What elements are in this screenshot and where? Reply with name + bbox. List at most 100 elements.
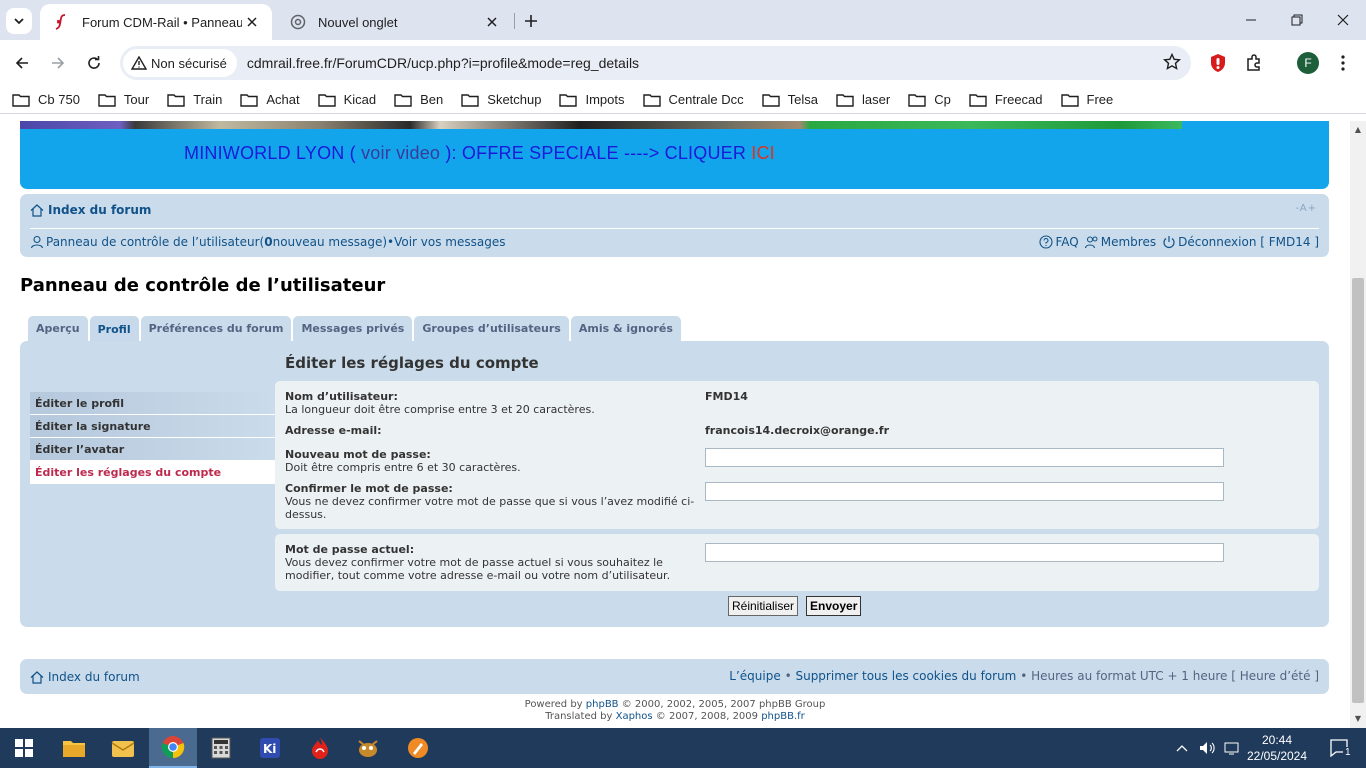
forum-index-link[interactable]: Index du forum [30, 203, 151, 217]
navbar-divider [30, 228, 1319, 229]
taskbar-kicad[interactable]: Ki [246, 728, 294, 768]
window-close-button[interactable] [1320, 0, 1366, 40]
email-value: francois14.decroix@orange.fr [705, 424, 890, 437]
font-size-toggle[interactable]: -A+ [1295, 203, 1317, 214]
bookmark-item[interactable]: Sketchup [461, 92, 541, 107]
taskbar-draw-app[interactable] [394, 728, 442, 768]
clock-date: 22/05/2024 [1246, 749, 1308, 763]
home-icon [30, 203, 44, 217]
more-menu-icon[interactable] [1332, 52, 1354, 74]
close-icon[interactable] [242, 12, 262, 32]
notification-center-button[interactable]: 1 [1320, 728, 1360, 768]
close-icon [1337, 14, 1349, 26]
tab-new[interactable]: Nouvel onglet [276, 4, 512, 40]
click-here-link[interactable]: ICI [751, 143, 775, 163]
ucp-link[interactable]: Panneau de contrôle de l’utilisateur [46, 235, 260, 249]
delete-cookies-link[interactable]: Supprimer tous les cookies du forum [795, 669, 1016, 683]
tab-search-button[interactable] [6, 8, 32, 34]
tab-overview[interactable]: Aperçu [28, 316, 88, 341]
reset-button[interactable]: Réinitialiser [728, 596, 799, 616]
team-link[interactable]: L’équipe [729, 669, 780, 683]
extensions-puzzle-icon[interactable] [1243, 52, 1265, 74]
taskbar-chrome[interactable] [149, 728, 197, 768]
minimize-icon [1246, 19, 1256, 21]
forum-favicon-icon [54, 14, 70, 30]
tab-preferences[interactable]: Préférences du forum [140, 316, 292, 341]
tray-expand-icon[interactable] [1172, 728, 1192, 768]
close-icon[interactable] [482, 12, 502, 32]
xaphos-link[interactable]: Xaphos [616, 711, 653, 722]
bookmark-item[interactable]: Cp [908, 92, 951, 107]
taskbar-mail-app[interactable] [99, 728, 147, 768]
phpbb-fr-link[interactable]: phpBB.fr [761, 711, 805, 722]
volume-icon[interactable] [1197, 728, 1219, 768]
taskbar-flame-app[interactable] [296, 728, 344, 768]
system-clock[interactable]: 20:44 22/05/2024 [1246, 732, 1308, 764]
scroll-up-arrow-icon[interactable]: ▲ [1350, 123, 1366, 137]
security-chip[interactable]: Non sécurisé [123, 49, 237, 77]
confirm-password-row: Confirmer le mot de passe: Vous ne devez… [285, 482, 695, 521]
tab-forum[interactable]: Forum CDM-Rail • Panneau de [40, 4, 272, 40]
profile-menu: Éditer le profil Éditer la signature Édi… [30, 392, 275, 484]
restore-button[interactable] [1274, 0, 1320, 40]
bookmark-item[interactable]: Ben [394, 92, 443, 107]
bookmark-item[interactable]: Cb 750 [12, 92, 80, 107]
new-password-input[interactable] [705, 448, 1224, 467]
forward-button[interactable] [44, 49, 72, 77]
tab-title: Nouvel onglet [318, 14, 398, 30]
bookmark-star-icon[interactable] [1162, 52, 1182, 74]
reload-button[interactable] [80, 49, 108, 77]
scroll-down-arrow-icon[interactable]: ▼ [1350, 712, 1366, 726]
footer-links: L’équipe • Supprimer tous les cookies du… [729, 669, 1319, 683]
page-title: Panneau de contrôle de l’utilisateur [20, 275, 386, 296]
bookmark-item[interactable]: Impots [559, 92, 625, 107]
tab-friends-foes[interactable]: Amis & ignorés [570, 316, 681, 341]
tab-separator [514, 13, 515, 29]
tab-user-groups[interactable]: Groupes d’utilisateurs [414, 316, 569, 341]
page-scrollbar[interactable]: ▲ ▼ [1350, 121, 1366, 728]
tab-private-messages[interactable]: Messages privés [293, 316, 413, 341]
address-bar[interactable]: Non sécurisé cdmrail.free.fr/ForumCDR/uc… [120, 46, 1191, 80]
logout-link[interactable]: Déconnexion [ FMD14 ] [1162, 235, 1319, 249]
view-messages-link[interactable]: Voir vos messages [394, 235, 505, 249]
scroll-thumb[interactable] [1352, 278, 1364, 703]
phpbb-link[interactable]: phpBB [586, 699, 619, 710]
tab-profile[interactable]: Profil [89, 316, 139, 342]
menu-edit-profile[interactable]: Éditer le profil [30, 392, 275, 415]
network-icon[interactable] [1222, 728, 1242, 768]
bookmark-item[interactable]: Centrale Dcc [642, 92, 744, 107]
promo-link[interactable]: MINIWORLD LYON ( voir video ): OFFRE SPE… [184, 143, 775, 164]
profile-avatar[interactable]: F [1297, 52, 1319, 74]
footer-index-link[interactable]: Index du forum [30, 670, 140, 684]
menu-edit-account-settings[interactable]: Éditer les réglages du compte [30, 461, 275, 484]
plus-icon [525, 15, 537, 27]
minimize-button[interactable] [1228, 0, 1274, 40]
bookmark-item[interactable]: Telsa [761, 92, 818, 107]
menu-edit-avatar[interactable]: Éditer l’avatar [30, 438, 275, 461]
members-link[interactable]: Membres [1084, 235, 1156, 249]
bookmark-item[interactable]: Achat [240, 92, 300, 107]
bookmark-item[interactable]: Tour [98, 92, 149, 107]
folder-icon [1060, 93, 1079, 107]
taskbar-file-explorer[interactable] [50, 728, 98, 768]
new-tab-button[interactable] [518, 8, 544, 34]
back-button[interactable] [8, 49, 36, 77]
start-button[interactable] [0, 728, 48, 768]
bookmark-item[interactable]: Freecad [969, 92, 1043, 107]
confirm-password-input[interactable] [705, 482, 1224, 501]
bookmark-item[interactable]: laser [836, 92, 890, 107]
taskbar-gimp-app[interactable] [344, 728, 392, 768]
taskbar-calculator[interactable] [197, 728, 245, 768]
submit-button[interactable]: Envoyer [806, 596, 862, 616]
faq-link[interactable]: FAQ [1039, 235, 1079, 249]
current-password-label: Mot de passe actuel: [285, 543, 415, 556]
users-icon [1084, 236, 1098, 249]
bookmark-item[interactable]: Kicad [317, 92, 376, 107]
video-link[interactable]: voir video [361, 143, 440, 163]
section-title: Éditer les réglages du compte [285, 354, 539, 372]
current-password-input[interactable] [705, 543, 1224, 562]
bookmark-item[interactable]: Train [167, 92, 222, 107]
menu-edit-signature[interactable]: Éditer la signature [30, 415, 275, 438]
bookmark-item[interactable]: Free [1060, 92, 1113, 107]
extension-shield-icon[interactable] [1207, 52, 1229, 74]
